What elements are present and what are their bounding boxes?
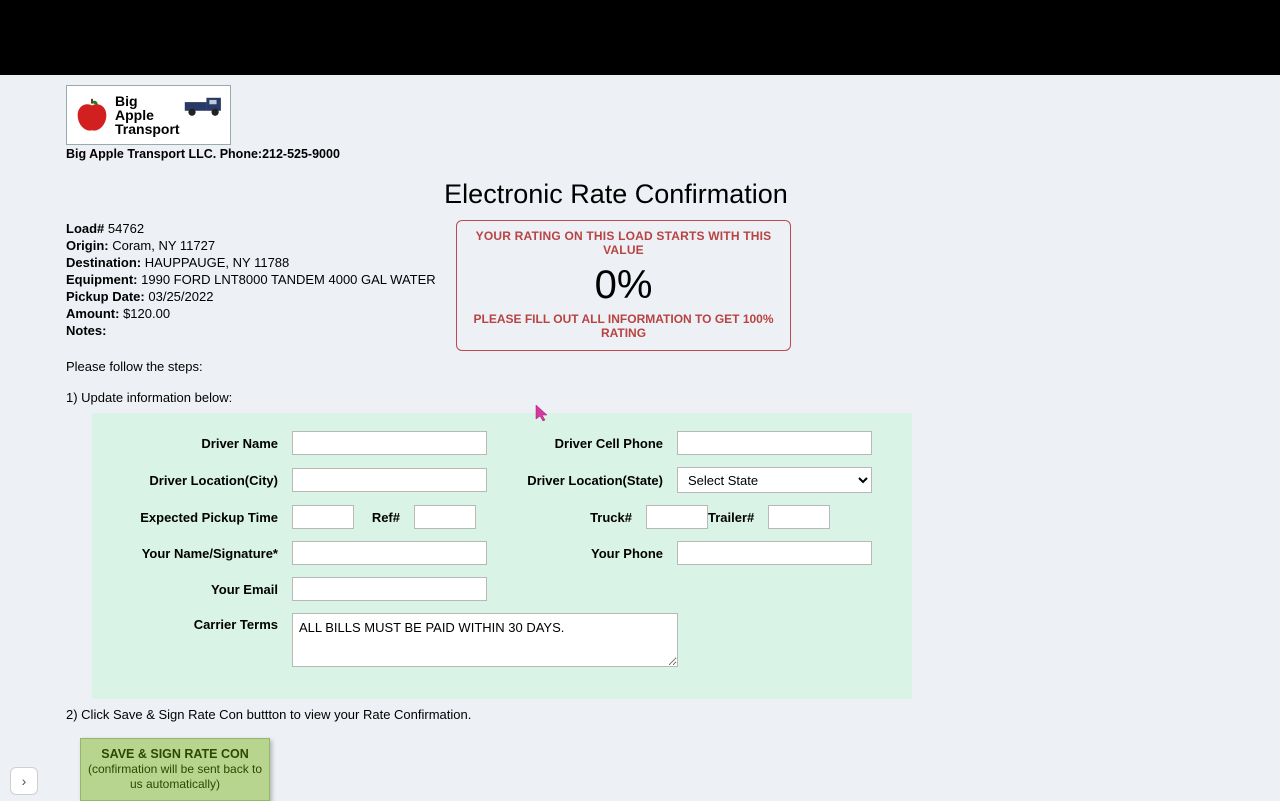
notes-label: Notes: bbox=[66, 323, 106, 338]
step-1: 1) Update information below: bbox=[66, 390, 1280, 405]
your-email-label: Your Email bbox=[102, 582, 292, 597]
your-phone-input[interactable] bbox=[677, 541, 872, 565]
company-line: Big Apple Transport LLC. Phone:212-525-9… bbox=[66, 147, 1280, 161]
driver-name-input[interactable] bbox=[292, 431, 487, 455]
rating-top-text: YOUR RATING ON THIS LOAD STARTS WITH THI… bbox=[473, 229, 774, 257]
load-details: Load# 54762 Origin: Coram, NY 11727 Dest… bbox=[66, 220, 456, 339]
save-sign-button[interactable]: SAVE & SIGN RATE CON (confirmation will … bbox=[80, 738, 270, 801]
trailer-input[interactable] bbox=[768, 505, 830, 529]
your-name-label: Your Name/Signature* bbox=[102, 546, 292, 561]
your-phone-label: Your Phone bbox=[507, 546, 677, 561]
origin-value: Coram, NY 11727 bbox=[112, 238, 215, 253]
form-block: Driver Name Driver Cell Phone Driver Loc… bbox=[92, 413, 912, 699]
carrier-terms-label: Carrier Terms bbox=[102, 613, 292, 632]
top-black-bar bbox=[0, 0, 1280, 75]
your-email-input[interactable] bbox=[292, 577, 487, 601]
pickup-date-value: 03/25/2022 bbox=[148, 289, 213, 304]
carrier-terms-textarea[interactable]: ALL BILLS MUST BE PAID WITHIN 30 DAYS. bbox=[292, 613, 678, 667]
load-value: 54762 bbox=[108, 221, 144, 236]
driver-city-label: Driver Location(City) bbox=[102, 473, 292, 488]
origin-label: Origin: bbox=[66, 238, 109, 253]
truck-icon bbox=[183, 92, 227, 118]
truck-label: Truck# bbox=[476, 510, 646, 525]
amount-value: $120.00 bbox=[123, 306, 170, 321]
rating-bottom-text: PLEASE FILL OUT ALL INFORMATION TO GET 1… bbox=[473, 312, 774, 340]
steps-intro: Please follow the steps: bbox=[66, 359, 1280, 374]
page-title: Electronic Rate Confirmation bbox=[66, 179, 1166, 210]
side-expand-button[interactable]: › bbox=[10, 767, 38, 795]
ref-input[interactable] bbox=[414, 505, 476, 529]
driver-name-label: Driver Name bbox=[102, 436, 292, 451]
driver-state-label: Driver Location(State) bbox=[507, 473, 677, 488]
company-logo: BigAppleTransport bbox=[66, 85, 231, 145]
pickup-time-input[interactable] bbox=[292, 505, 354, 529]
pickup-time-label: Expected Pickup Time bbox=[102, 510, 292, 525]
destination-value: HAUPPAUGE, NY 11788 bbox=[145, 255, 290, 270]
amount-label: Amount: bbox=[66, 306, 119, 321]
equipment-value: 1990 FORD LNT8000 TANDEM 4000 GAL WATER bbox=[141, 272, 436, 287]
chevron-right-icon: › bbox=[22, 773, 27, 789]
apple-icon bbox=[73, 96, 111, 134]
load-label: Load# bbox=[66, 221, 104, 236]
rating-box: YOUR RATING ON THIS LOAD STARTS WITH THI… bbox=[456, 220, 791, 351]
driver-cell-input[interactable] bbox=[677, 431, 872, 455]
trailer-label: Trailer# bbox=[708, 510, 768, 525]
truck-input[interactable] bbox=[646, 505, 708, 529]
save-button-line1: SAVE & SIGN RATE CON bbox=[87, 747, 263, 762]
ref-label: Ref# bbox=[354, 510, 414, 525]
your-name-input[interactable] bbox=[292, 541, 487, 565]
destination-label: Destination: bbox=[66, 255, 141, 270]
rating-percent: 0% bbox=[473, 263, 774, 308]
equipment-label: Equipment: bbox=[66, 272, 138, 287]
pickup-date-label: Pickup Date: bbox=[66, 289, 145, 304]
save-button-line2: (confirmation will be sent back to us au… bbox=[88, 762, 262, 791]
logo-text: BigAppleTransport bbox=[115, 94, 180, 136]
driver-city-input[interactable] bbox=[292, 468, 487, 492]
driver-cell-label: Driver Cell Phone bbox=[507, 436, 677, 451]
driver-state-select[interactable]: Select State bbox=[677, 467, 872, 493]
